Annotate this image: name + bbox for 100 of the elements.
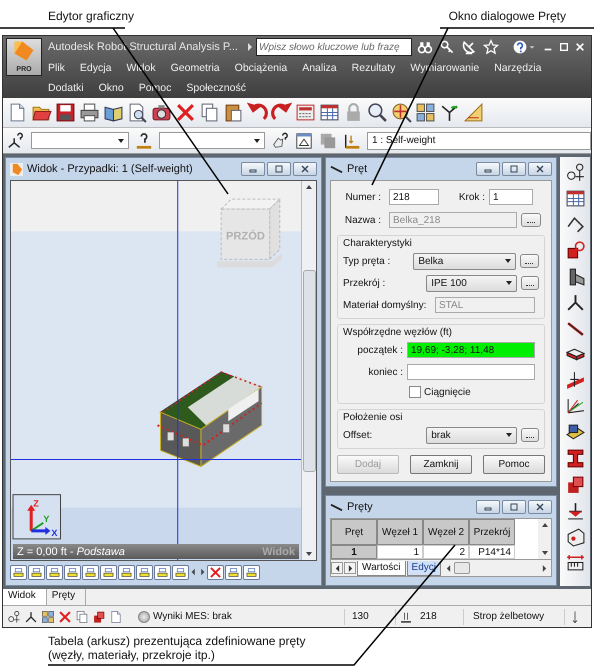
load-case-icon[interactable]	[343, 132, 361, 150]
menu-item[interactable]: Dodatki	[48, 82, 84, 94]
hand-query-icon[interactable]	[271, 132, 289, 150]
left-arrow-icon[interactable]	[334, 564, 340, 572]
maximize-icon[interactable]	[509, 165, 519, 173]
menu-item[interactable]: Analiza	[302, 62, 337, 74]
undo-icon[interactable]	[247, 102, 268, 123]
delete-icon[interactable]	[58, 610, 72, 624]
menu-item[interactable]: Rezultaty	[352, 62, 396, 74]
sheet-tab[interactable]: Wartości	[357, 560, 406, 576]
browse-button[interactable]	[521, 213, 541, 227]
close-icon[interactable]	[535, 503, 545, 511]
minimize-button[interactable]	[241, 162, 265, 176]
node-label-icon[interactable]	[564, 162, 586, 183]
vertical-scrollbar[interactable]	[538, 519, 551, 559]
scroll-down-icon[interactable]	[305, 551, 313, 557]
close-button[interactable]	[528, 500, 552, 514]
maximize-button[interactable]	[267, 162, 291, 176]
bar-dropdown[interactable]	[159, 132, 265, 149]
printer-icon[interactable]	[79, 102, 100, 123]
row-header[interactable]: 1	[331, 545, 377, 559]
maximize-icon[interactable]	[509, 503, 519, 511]
view-grid-icon[interactable]	[415, 102, 436, 123]
column-header[interactable]: Przekrój	[469, 519, 515, 545]
browse-button[interactable]	[520, 276, 539, 290]
browse-button[interactable]	[520, 428, 539, 442]
minimize-button[interactable]	[476, 162, 500, 176]
close-button[interactable]	[293, 162, 317, 176]
scroll-down-icon[interactable]	[540, 550, 548, 556]
release-icon[interactable]	[564, 526, 586, 547]
window-icon[interactable]	[295, 132, 313, 150]
section-table-icon[interactable]	[564, 188, 586, 209]
close-button[interactable]	[528, 162, 552, 176]
scroll-thumb[interactable]	[302, 270, 316, 472]
layers-icon[interactable]	[319, 132, 337, 150]
menu-item[interactable]: Plik	[48, 62, 65, 74]
maximize-button[interactable]	[502, 500, 526, 514]
offset-dropdown[interactable]: brak	[426, 426, 517, 444]
view-tab[interactable]: Pręty	[46, 589, 86, 605]
checkbox[interactable]	[409, 386, 421, 398]
right-arrow-icon[interactable]	[348, 564, 352, 572]
binoculars-icon[interactable]	[417, 39, 433, 55]
copy-icon[interactable]	[199, 102, 220, 123]
close-icon[interactable]	[300, 165, 310, 173]
node-icon[interactable]	[564, 292, 586, 313]
column-header[interactable]: Pręt	[331, 519, 377, 545]
bar-query-icon[interactable]	[135, 132, 153, 150]
cube-circle-icon[interactable]	[564, 240, 586, 261]
zoom-icon[interactable]	[367, 102, 388, 123]
print-preview-icon[interactable]	[127, 102, 148, 123]
node-query-icon[interactable]	[7, 132, 25, 150]
bar-type-dropdown[interactable]: Belka	[413, 252, 516, 270]
maximize-button[interactable]	[502, 162, 526, 176]
search-field[interactable]: Wpisz słowo kluczowe lub frazę	[256, 38, 412, 56]
paste-icon[interactable]	[223, 102, 244, 123]
browse-button[interactable]	[520, 254, 539, 268]
scroll-arrows-icon[interactable]	[190, 566, 206, 578]
menu-item[interactable]: Edycja	[80, 62, 112, 74]
minimize-button[interactable]	[476, 500, 500, 514]
menu-item[interactable]: Widok	[126, 62, 156, 74]
menu-item[interactable]: Narzędzia	[494, 62, 542, 74]
vertical-scrollbar[interactable]	[301, 181, 316, 560]
section-dropdown[interactable]: IPE 100	[426, 274, 517, 292]
start-node-field[interactable]: 19,69; -3,28; 11,48	[407, 342, 535, 358]
end-node-field[interactable]	[407, 364, 535, 380]
save-icon[interactable]	[55, 102, 76, 123]
polyline-icon[interactable]	[564, 214, 586, 235]
previous-sheet-button[interactable]	[331, 562, 343, 574]
dialog-button[interactable]: Pomoc	[483, 455, 545, 474]
help-icon[interactable]	[512, 39, 536, 55]
node-select-icon[interactable]	[7, 610, 21, 624]
maximize-icon[interactable]	[274, 165, 284, 173]
menu-item[interactable]: Obciążenia	[234, 62, 288, 74]
ruler-icon[interactable]	[564, 552, 586, 573]
scroll-thumb[interactable]	[454, 562, 470, 574]
column-header[interactable]: Węzeł 2	[423, 519, 469, 545]
redo-icon[interactable]	[271, 102, 292, 123]
menu-item[interactable]: Społeczność	[186, 82, 246, 94]
table-icon[interactable]	[319, 102, 340, 123]
drag-checkbox[interactable]: Ciągnięcie	[409, 384, 539, 400]
menu-item[interactable]: Pomoc	[138, 82, 172, 94]
satellite-icon[interactable]	[461, 39, 477, 55]
scroll-up-icon[interactable]	[305, 184, 313, 190]
i-beam-icon[interactable]	[564, 448, 586, 469]
scroll-right-icon[interactable]	[542, 564, 547, 572]
dialog-button[interactable]: Zamknij	[410, 455, 472, 474]
key-icon[interactable]	[439, 39, 455, 55]
sheet-tab[interactable]: Edycj	[406, 560, 441, 576]
column-header[interactable]: Węzeł 1	[377, 519, 423, 545]
zoom-pan-icon[interactable]	[391, 102, 412, 123]
number-field[interactable]: 218	[389, 189, 439, 205]
scroll-up-icon[interactable]	[540, 522, 548, 528]
view-tab[interactable]: Widok	[3, 589, 47, 605]
scroll-left-icon[interactable]	[446, 564, 451, 572]
step-field[interactable]: 1	[489, 189, 533, 205]
node-dropdown[interactable]	[31, 132, 129, 149]
calculator-icon[interactable]	[295, 102, 316, 123]
close-icon[interactable]	[535, 165, 545, 173]
menu-item[interactable]: Geometria	[170, 62, 220, 74]
expand-arrow-icon[interactable]	[248, 43, 252, 51]
